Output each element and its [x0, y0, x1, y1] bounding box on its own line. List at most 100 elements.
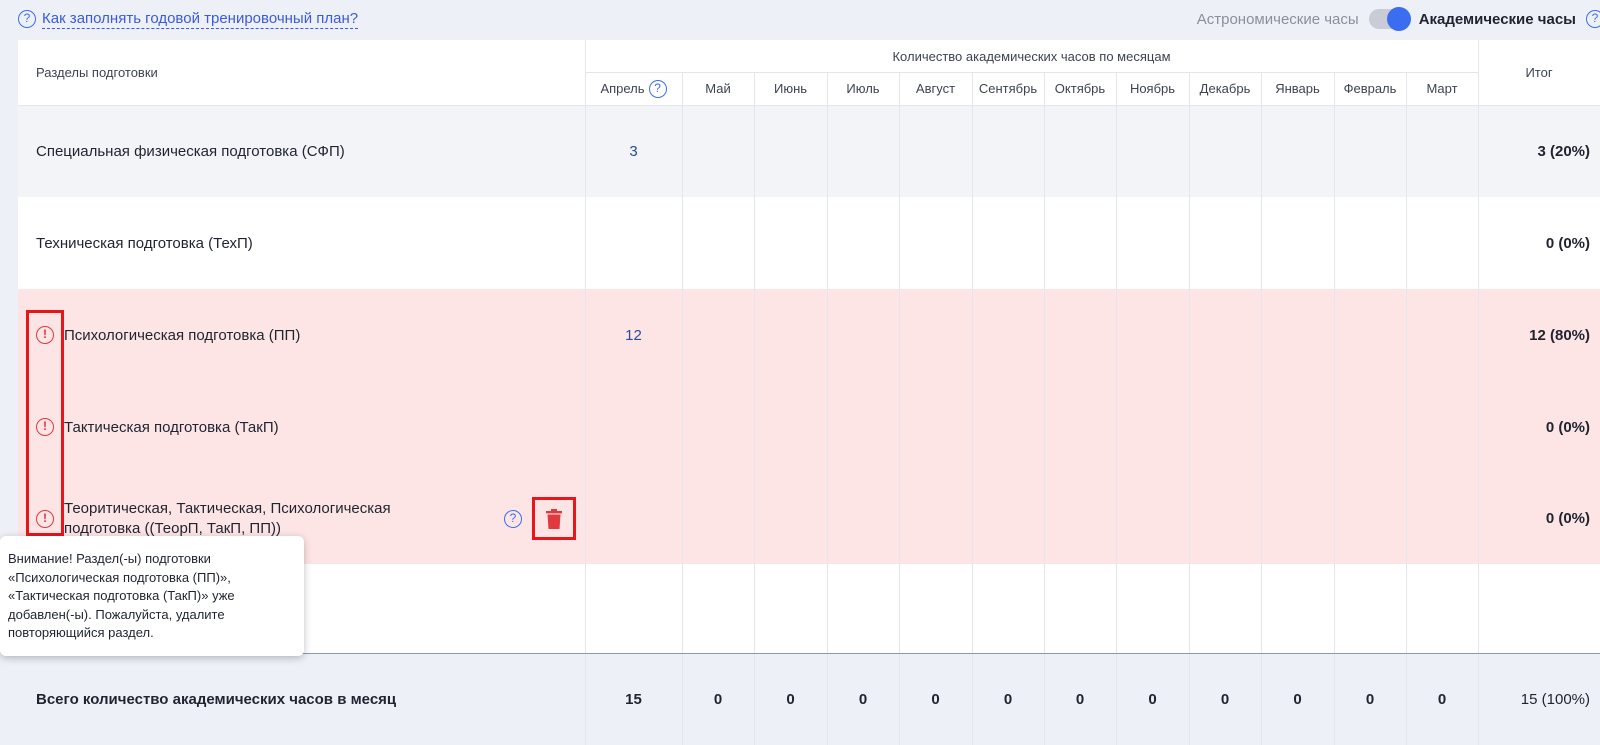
month-header: Ноябрь	[1116, 72, 1189, 105]
row-name-takp: ! Тактическая подготовка (ТакП)	[36, 381, 279, 473]
hours-type-toggle[interactable]	[1368, 7, 1411, 31]
month-header: Июнь	[754, 72, 827, 105]
question-circle-icon[interactable]: ?	[648, 79, 667, 98]
month-value-cell[interactable]	[899, 197, 972, 289]
month-value-cell[interactable]	[1116, 105, 1189, 197]
month-value-cell[interactable]	[1116, 289, 1189, 381]
month-value-cell[interactable]	[1189, 105, 1261, 197]
month-header: Октябрь	[1044, 72, 1116, 105]
month-value-cell[interactable]	[754, 105, 827, 197]
month-value-cell[interactable]	[899, 381, 972, 473]
month-value-cell[interactable]	[827, 473, 899, 564]
header-divider	[585, 72, 1478, 73]
month-header: Февраль	[1334, 72, 1406, 105]
month-value-cell[interactable]	[1189, 473, 1261, 564]
row-total: 0 (0%)	[1545, 234, 1590, 252]
month-value-cell[interactable]	[827, 105, 899, 197]
month-value-cell[interactable]	[585, 473, 682, 564]
month-value-cell[interactable]: 12	[585, 289, 682, 381]
month-value-cell[interactable]	[1044, 381, 1116, 473]
month-value-cell[interactable]	[682, 105, 754, 197]
month-value-cell[interactable]	[1189, 381, 1261, 473]
month-value-cell[interactable]	[972, 381, 1044, 473]
month-value-cell[interactable]	[1189, 197, 1261, 289]
month-value-cell[interactable]: 3	[585, 105, 682, 197]
trash-icon	[546, 508, 562, 529]
month-value-cell[interactable]	[1189, 289, 1261, 381]
question-circle-icon[interactable]: ?	[1586, 10, 1600, 28]
month-value-cell[interactable]	[1116, 197, 1189, 289]
month-value-cell[interactable]	[1261, 381, 1334, 473]
month-value-cell[interactable]	[1044, 289, 1116, 381]
month-value-cell[interactable]	[1044, 473, 1116, 564]
month-header-label: Май	[705, 81, 731, 96]
month-header: Май	[682, 72, 754, 105]
month-value-cell[interactable]	[1334, 473, 1406, 564]
footer-month-total: 0	[1365, 691, 1375, 708]
row-name-combined-label: Теоритическая, Тактическая, Психологичес…	[64, 499, 391, 539]
month-value-cell[interactable]	[682, 197, 754, 289]
months-group-header: Количество академических часов по месяца…	[892, 48, 1171, 64]
row-name-tehp: Техническая подготовка (ТехП)	[36, 234, 253, 252]
month-value-cell[interactable]	[754, 473, 827, 564]
month-value-cell[interactable]	[754, 197, 827, 289]
month-value-cell[interactable]	[1334, 197, 1406, 289]
month-header-label: Июль	[846, 81, 880, 96]
month-value-cell[interactable]	[682, 381, 754, 473]
month-value-cell[interactable]	[585, 197, 682, 289]
help-link[interactable]: ? Как заполнять годовой тренировочный пл…	[18, 8, 359, 30]
month-value-cell[interactable]	[1044, 105, 1116, 197]
month-value-cell[interactable]	[1406, 197, 1478, 289]
month-value-cell[interactable]	[972, 197, 1044, 289]
month-value-cell[interactable]	[899, 105, 972, 197]
help-link-text: Как заполнять годовой тренировочный план…	[42, 9, 359, 29]
month-value-cell[interactable]	[754, 289, 827, 381]
month-value-cell[interactable]	[972, 473, 1044, 564]
question-circle-icon[interactable]: ?	[504, 510, 522, 528]
month-value-cell[interactable]	[899, 473, 972, 564]
month-value-cell[interactable]	[1406, 105, 1478, 197]
footer-month-total: 0	[931, 691, 940, 708]
month-header: Август	[899, 72, 972, 105]
month-value-cell[interactable]	[1261, 289, 1334, 381]
month-value-cell[interactable]	[1406, 473, 1478, 564]
row-name-sfp: Специальная физическая подготовка (СФП)	[36, 142, 345, 160]
month-value-cell[interactable]	[682, 289, 754, 381]
astronomical-hours-label[interactable]: Астрономические часы	[1197, 11, 1359, 28]
total-column-header: Итог	[1525, 65, 1553, 80]
delete-row-button[interactable]	[532, 497, 576, 540]
month-value-cell[interactable]	[754, 381, 827, 473]
month-value-cell[interactable]	[1261, 197, 1334, 289]
month-value-cell[interactable]	[1334, 289, 1406, 381]
month-header-label: Март	[1426, 81, 1458, 96]
month-value-cell[interactable]	[972, 105, 1044, 197]
month-value-cell[interactable]	[682, 473, 754, 564]
row-total: 3 (20%)	[1537, 142, 1590, 160]
month-header-label: Апрель	[600, 81, 645, 96]
month-value-cell[interactable]	[1261, 473, 1334, 564]
month-value-cell[interactable]	[1406, 381, 1478, 473]
month-value-cell[interactable]	[1334, 381, 1406, 473]
tooltip-line: повторяющийся раздел.	[8, 625, 154, 640]
tooltip-line: «Психологическая подготовка (ПП)»,	[8, 569, 231, 585]
month-value-cell[interactable]	[1406, 289, 1478, 381]
month-value-cell[interactable]	[1116, 381, 1189, 473]
footer-month-total: 15	[625, 691, 642, 708]
month-value-cell[interactable]	[899, 289, 972, 381]
academic-hours-label[interactable]: Академические часы	[1419, 11, 1576, 28]
month-value-cell[interactable]	[827, 381, 899, 473]
warning-icons-highlight	[26, 310, 64, 536]
month-header: Апрель?	[585, 72, 682, 105]
month-value-cell[interactable]	[1261, 105, 1334, 197]
month-value-cell[interactable]	[1116, 473, 1189, 564]
footer-month-total: 0	[1148, 691, 1157, 708]
month-value-cell[interactable]	[1334, 105, 1406, 197]
month-value-cell[interactable]	[827, 197, 899, 289]
row-help[interactable]: ?	[504, 508, 522, 530]
tooltip-line: Внимание! Раздел(-ы) подготовки	[8, 551, 211, 566]
month-value-cell[interactable]	[827, 289, 899, 381]
month-value-cell[interactable]	[585, 381, 682, 473]
tooltip-line: «Тактическая подготовка (ТакП)» уже	[8, 588, 235, 603]
month-value-cell[interactable]	[1044, 197, 1116, 289]
month-value-cell[interactable]	[972, 289, 1044, 381]
